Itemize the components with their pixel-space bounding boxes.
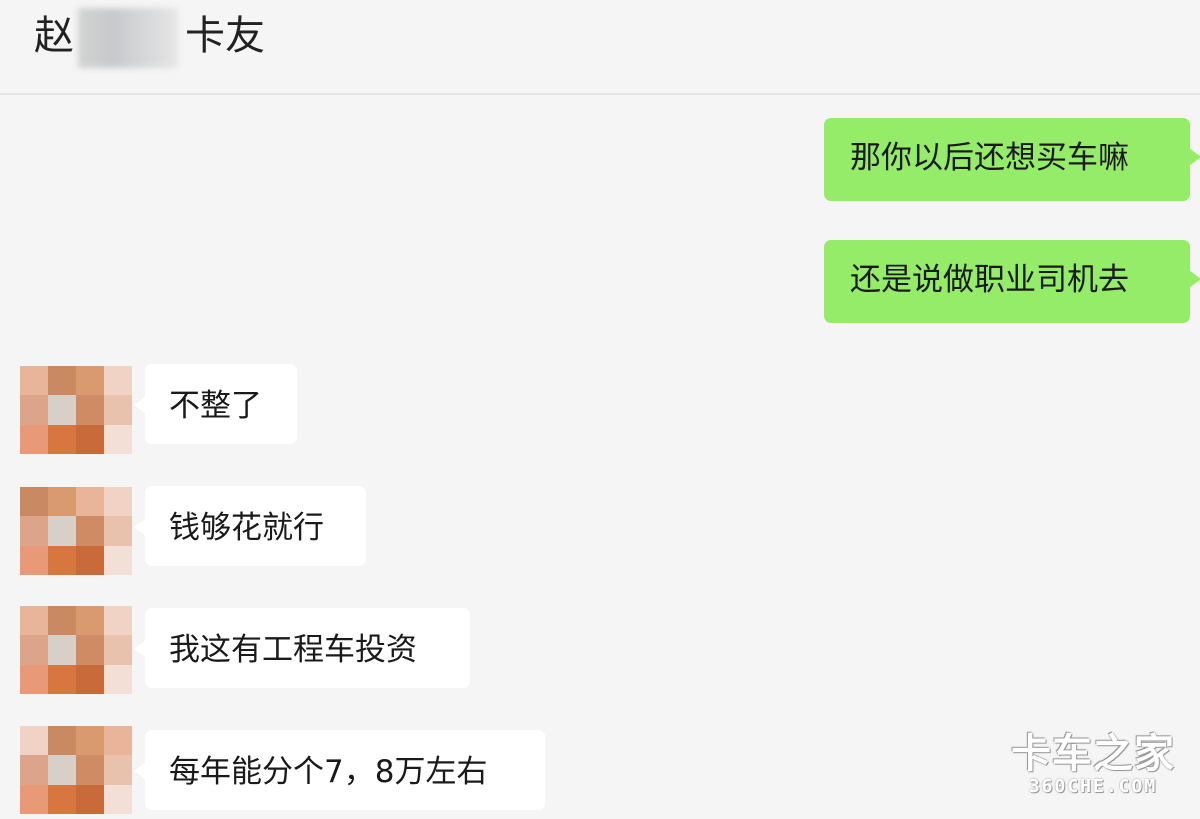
avatar[interactable] [20,487,132,575]
avatar[interactable] [20,366,132,454]
message-text: 钱够花就行 [169,510,324,546]
message-text: 每年能分个7，8万左右 [169,754,488,790]
received-message-bubble[interactable]: 每年能分个7，8万左右 [134,730,545,810]
sent-message-bubble[interactable]: 还是说做职业司机去 [824,240,1200,323]
contact-name-first: 赵 [34,13,74,59]
sent-message-bubble[interactable]: 那你以后还想买车嘛 [824,118,1200,201]
contact-name-suffix: 卡友 [185,13,265,59]
message-text: 不整了 [169,388,262,424]
watermark-brand: 卡车之家 [1011,731,1175,777]
message-text: 还是说做职业司机去 [850,262,1129,298]
watermark-domain: 360CHE.COM [1028,776,1158,797]
message-text: 我这有工程车投资 [169,632,417,668]
avatar[interactable] [20,606,132,694]
watermark-logo: 卡车之家 360CHE.COM [1008,732,1178,802]
avatar[interactable] [20,726,132,814]
received-message-bubble[interactable]: 不整了 [134,364,297,444]
chat-header: 赵 卡友 [0,0,1200,95]
chat-window: 赵 卡友 那你以后还想买车嘛 还是说做职业司机去 不整了 钱够花就行 我这有工程… [0,0,1200,819]
received-message-bubble[interactable]: 我这有工程车投资 [134,608,470,688]
redacted-name-mask [78,8,178,68]
received-message-bubble[interactable]: 钱够花就行 [134,486,366,566]
message-text: 那你以后还想买车嘛 [850,140,1129,176]
